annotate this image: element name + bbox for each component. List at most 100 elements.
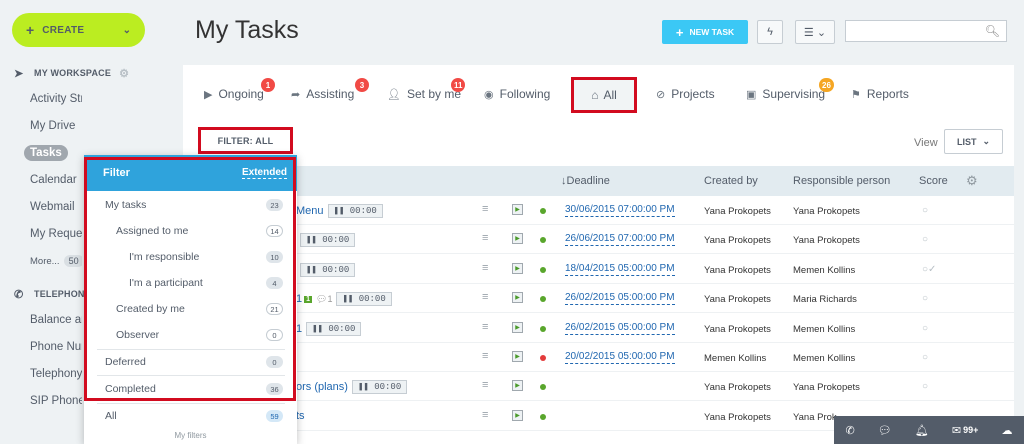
bell-icon[interactable]: 🔔︎: [915, 424, 929, 437]
start-icon[interactable]: ▶: [512, 321, 523, 333]
sidebar-more[interactable]: More... 50: [0, 248, 82, 275]
sidebar-item-webmail[interactable]: Webmail: [0, 194, 82, 221]
list-settings-button[interactable]: ☰ ⌄: [795, 20, 835, 44]
start-icon[interactable]: ▶: [512, 409, 523, 421]
score-value[interactable]: ○: [922, 234, 928, 245]
timer-button[interactable]: ❚❚ 00:00: [300, 233, 356, 248]
responsible-value[interactable]: Yana Prokopets: [793, 206, 860, 217]
sidebar-item-tasks[interactable]: Tasks: [0, 140, 82, 167]
tab-reports[interactable]: ⚑ Reports: [851, 87, 909, 101]
table-row[interactable]: ❚❚ 00:00 ≡ ▶ 26/06/2015 07:00:00 PM Yana Pro…: [183, 225, 1014, 255]
deadline-value[interactable]: 26/02/2015 05:00:00 PM: [565, 322, 675, 335]
sidebar-item-calendar[interactable]: Calendar: [0, 167, 82, 194]
deadline-value[interactable]: 26/06/2015 07:00:00 PM: [565, 233, 675, 247]
extended-link[interactable]: Extended: [241, 167, 287, 179]
sidebar-item-sip-phones[interactable]: SIP Phones: [0, 388, 82, 415]
start-icon[interactable]: ▶: [512, 292, 523, 304]
deadline-value[interactable]: 18/04/2015 05:00:00 PM: [565, 263, 675, 276]
sidebar-item-phone-numbers[interactable]: Phone Nur: [0, 334, 82, 361]
search-input[interactable]: [846, 21, 986, 41]
table-row[interactable]: ❚❚ 00:00 ≡ ▶ 18/04/2015 05:00:00 PM Yana Pro…: [183, 255, 1014, 284]
responsible-value[interactable]: Memen Kollins: [793, 324, 855, 335]
header-responsible[interactable]: Responsible person: [793, 175, 890, 187]
workspace-header[interactable]: ➤ MY WORKSPACE ⚙: [0, 60, 170, 86]
deadline-value[interactable]: 26/02/2015 05:00:00 PM: [565, 292, 675, 306]
tab-following[interactable]: ◉ Following: [484, 87, 550, 101]
start-icon[interactable]: ▶: [512, 380, 523, 392]
header-deadline[interactable]: ↓Deadline: [561, 175, 610, 187]
timer-button[interactable]: ❚❚ 00:00: [336, 292, 392, 307]
filter-item-my-tasks[interactable]: My tasks 23: [84, 192, 297, 218]
menu-icon[interactable]: ≡: [482, 232, 488, 244]
sidebar-item-my-requests[interactable]: My Reques: [0, 221, 82, 248]
table-row[interactable]: ≡ ▶ 20/02/2015 05:00:00 PM Memen Kollins Mem…: [183, 343, 1014, 372]
tab-all[interactable]: ⌂ All: [571, 77, 637, 113]
tab-assisting[interactable]: ➦ Assisting 3: [291, 78, 369, 101]
table-row[interactable]: 1 ❚❚ 00:00 ≡ ▶ 26/02/2015 05:00:00 PM Yana Pr…: [183, 314, 1014, 343]
responsible-value[interactable]: Yana Prokopets: [793, 382, 860, 393]
responsible-value[interactable]: Memen Kollins: [793, 265, 855, 276]
menu-icon[interactable]: ≡: [482, 321, 488, 333]
tab-projects[interactable]: ⊘ Projects: [656, 87, 715, 101]
header-created-by[interactable]: Created by: [704, 175, 758, 187]
creator-value[interactable]: Yana Prokopets: [704, 206, 771, 217]
mail-icon[interactable]: ✉ 99+: [952, 424, 979, 437]
start-icon[interactable]: ▶: [512, 262, 523, 274]
deadline-value[interactable]: 20/02/2015 05:00:00 PM: [565, 351, 675, 364]
sidebar-item-balance[interactable]: Balance an: [0, 307, 82, 334]
filter-button[interactable]: FILTER: ALL: [198, 127, 293, 154]
task-title[interactable]: ❚❚ 00:00: [296, 233, 356, 248]
score-value[interactable]: ○: [922, 323, 928, 334]
cloud-icon[interactable]: ☁: [1001, 424, 1012, 437]
responsible-value[interactable]: Yana Prok: [793, 412, 837, 423]
table-row[interactable]: 1 1 💬︎1 ❚❚ 00:00 ≡ ▶ 26/02/2015 05:00:00 PM Yan…: [183, 284, 1014, 314]
filter-item-completed[interactable]: Completed 36: [84, 376, 297, 402]
start-icon[interactable]: ▶: [512, 233, 523, 245]
task-title[interactable]: 1 ❚❚ 00:00: [296, 321, 362, 336]
start-icon[interactable]: ▶: [512, 204, 523, 215]
task-title[interactable]: ors (plans) ❚❚ 00:00: [296, 380, 408, 395]
my-filters-label[interactable]: My filters: [84, 431, 297, 440]
timer-button[interactable]: ❚❚ 00:00: [306, 321, 362, 336]
creator-value[interactable]: Yana Prokopets: [704, 324, 771, 335]
view-list-button[interactable]: LIST ⌄: [944, 129, 1003, 154]
filter-item-observer[interactable]: Observer 0: [84, 322, 297, 348]
table-row[interactable]: Menu ❚❚ 00:00 ≡ ▶ 30/06/2015 07:00:00 PM Yana…: [183, 196, 1014, 225]
score-value[interactable]: ○: [922, 352, 928, 363]
phone-icon[interactable]: ✆: [846, 424, 855, 437]
lightning-button[interactable]: ϟ: [757, 20, 783, 44]
creator-value[interactable]: Yana Prokopets: [704, 294, 771, 305]
tab-supervising[interactable]: ▣ Supervising 26: [746, 78, 834, 101]
responsible-value[interactable]: Memen Kollins: [793, 353, 855, 364]
responsible-value[interactable]: Maria Richards: [793, 294, 857, 305]
timer-button[interactable]: ❚❚ 00:00: [327, 204, 383, 218]
filter-item-responsible[interactable]: I'm responsible 10: [84, 244, 297, 270]
new-task-button[interactable]: + NEW TASK: [662, 20, 748, 44]
creator-value[interactable]: Yana Prokopets: [704, 235, 771, 246]
creator-value[interactable]: Memen Kollins: [704, 353, 766, 364]
menu-icon[interactable]: ≡: [482, 291, 488, 303]
task-title[interactable]: ❚❚ 00:00: [296, 262, 356, 277]
search-icon[interactable]: 🔍︎: [985, 24, 1000, 38]
creator-value[interactable]: Yana Prokopets: [704, 382, 771, 393]
gear-icon[interactable]: ⚙: [119, 67, 129, 80]
menu-icon[interactable]: ≡: [482, 262, 488, 274]
menu-icon[interactable]: ≡: [482, 203, 488, 215]
menu-icon[interactable]: ≡: [482, 379, 488, 391]
creator-value[interactable]: Yana Prokopets: [704, 265, 771, 276]
task-title[interactable]: 1 1 💬︎1 ❚❚ 00:00: [296, 292, 392, 307]
sidebar-item-my-drive[interactable]: My Drive: [0, 113, 82, 140]
chat-icon[interactable]: 💬︎: [878, 424, 892, 437]
task-title[interactable]: Menu ❚❚ 00:00: [296, 204, 383, 218]
tab-ongoing[interactable]: ▶ Ongoing 1: [204, 78, 275, 101]
timer-button[interactable]: ❚❚ 00:00: [300, 262, 356, 277]
creator-value[interactable]: Yana Prokopets: [704, 412, 771, 423]
sidebar-item-telephony[interactable]: Telephony: [0, 361, 82, 388]
table-row[interactable]: ors (plans) ❚❚ 00:00 ≡ ▶ Yana Prokopets Yana …: [183, 372, 1014, 402]
score-value[interactable]: ○: [922, 293, 928, 304]
menu-icon[interactable]: ≡: [482, 409, 488, 421]
sidebar-item-activity-stream[interactable]: Activity Stream: [0, 86, 82, 113]
filter-item-all[interactable]: All 59: [84, 403, 297, 429]
score-value[interactable]: ○: [922, 381, 928, 392]
header-score[interactable]: Score: [919, 175, 948, 187]
